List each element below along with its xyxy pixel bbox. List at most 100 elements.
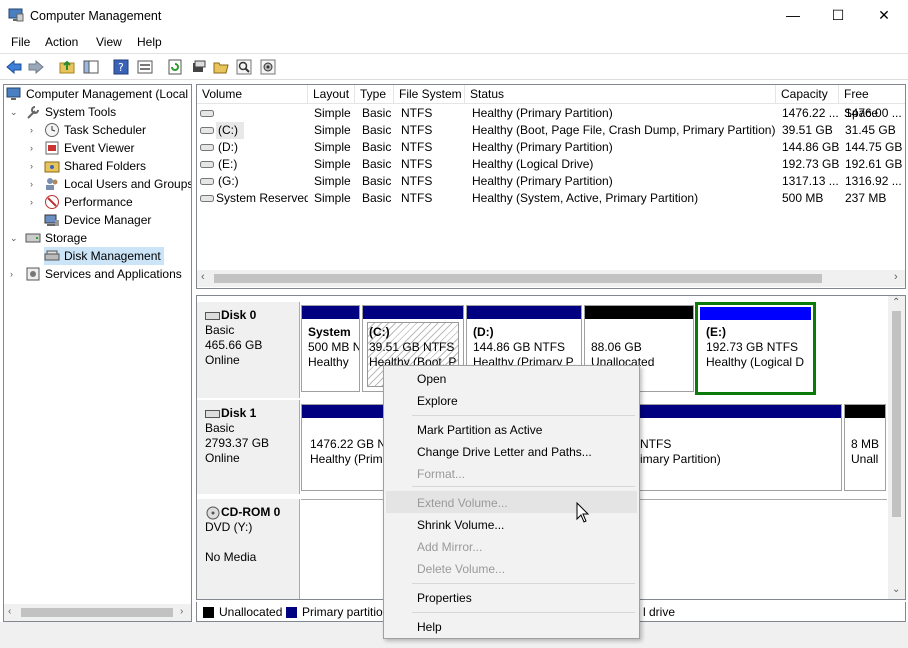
- primary-partition-bar: [638, 405, 841, 418]
- legend-logical: l drive: [643, 605, 675, 619]
- tree-item-computer-management[interactable]: Computer Management (Local: [6, 85, 188, 103]
- chevron-right-icon[interactable]: ›: [10, 269, 13, 279]
- tree-item-device-manager[interactable]: Device Manager: [44, 211, 151, 229]
- chevron-right-icon[interactable]: ›: [30, 197, 33, 207]
- menu-item-explore[interactable]: Explore: [417, 394, 458, 408]
- partition-disk1-2[interactable]: NTFS imary Partition): [637, 404, 842, 491]
- disk0-label[interactable]: Disk 0 Basic 465.66 GB Online: [197, 302, 300, 398]
- menu-item-format[interactable]: Format...: [417, 467, 465, 481]
- scroll-right-icon[interactable]: ›: [180, 606, 183, 617]
- minimize-button[interactable]: —: [770, 0, 816, 30]
- tree-item-task-scheduler[interactable]: Task Scheduler: [44, 121, 146, 139]
- column-header-file-system[interactable]: File System: [394, 85, 465, 104]
- scroll-thumb[interactable]: [892, 311, 901, 517]
- table-row[interactable]: (E:) Simple Basic NTFS Healthy (Logical …: [197, 156, 905, 173]
- tree-item-shared-folders[interactable]: Shared Folders: [44, 157, 146, 175]
- properties-pane-icon[interactable]: [136, 58, 154, 76]
- tree-item-event-viewer[interactable]: Event Viewer: [44, 139, 134, 157]
- help-icon[interactable]: ?: [112, 58, 130, 76]
- cell-capacity: 1317.13 ...: [782, 174, 839, 188]
- menu-item-mark-partition-active[interactable]: Mark Partition as Active: [417, 423, 542, 437]
- disk-icon: [205, 409, 220, 418]
- partition-text: (E:) 192.73 GB NTFS Healthy (Logical D: [706, 325, 804, 370]
- disk1-state: Online: [205, 451, 240, 465]
- menu-help[interactable]: Help: [137, 35, 162, 49]
- tree-item-local-users-and-groups[interactable]: Local Users and Groups: [44, 175, 191, 193]
- table-row[interactable]: (C:) Simple Basic NTFS Healthy (Boot, Pa…: [197, 122, 905, 139]
- column-header-type[interactable]: Type: [355, 85, 394, 104]
- cell-layout: Simple: [314, 157, 351, 171]
- menu-item-extend-volume[interactable]: Extend Volume...: [417, 496, 508, 510]
- scroll-thumb[interactable]: [21, 608, 173, 617]
- refresh-icon[interactable]: [166, 58, 184, 76]
- menu-item-properties[interactable]: Properties: [417, 591, 472, 605]
- partition-text: System 500 MB N Healthy: [308, 325, 359, 370]
- table-row[interactable]: Simple Basic NTFS Healthy (Primary Parti…: [197, 105, 905, 122]
- search-icon[interactable]: [235, 58, 253, 76]
- menu-item-open[interactable]: Open: [417, 372, 446, 386]
- volume-list-horizontal-scrollbar[interactable]: ‹ ›: [197, 270, 905, 287]
- scroll-left-icon[interactable]: ‹: [201, 271, 205, 283]
- tree-item-disk-management[interactable]: Disk Management: [44, 247, 164, 265]
- cell-layout: Simple: [314, 106, 351, 120]
- table-row[interactable]: System Reserved Simple Basic NTFS Health…: [197, 190, 905, 207]
- column-header-free-space[interactable]: Free Space: [839, 85, 905, 120]
- disk1-label[interactable]: Disk 1 Basic 2793.37 GB Online: [197, 400, 300, 494]
- back-arrow-icon[interactable]: [5, 58, 23, 76]
- scroll-right-icon[interactable]: ›: [894, 271, 898, 283]
- partition-disk1-1[interactable]: 1476.22 GB NT Healthy (Prim: [301, 404, 387, 491]
- legend-swatch: [203, 606, 214, 618]
- column-header-status[interactable]: Status: [465, 85, 776, 104]
- tree-item-performance[interactable]: Performance: [44, 193, 133, 211]
- tree-item-storage[interactable]: Storage: [25, 229, 87, 247]
- chevron-right-icon[interactable]: ›: [30, 125, 33, 135]
- menu-separator: [412, 612, 635, 613]
- cell-layout: Simple: [314, 174, 351, 188]
- column-header-volume[interactable]: Volume: [197, 85, 308, 104]
- up-folder-icon[interactable]: [58, 58, 76, 76]
- maximize-button[interactable]: ☐: [815, 0, 861, 30]
- table-row[interactable]: (G:) Simple Basic NTFS Healthy (Primary …: [197, 173, 905, 190]
- cell-layout: Simple: [314, 123, 351, 137]
- menu-item-add-mirror[interactable]: Add Mirror...: [417, 540, 482, 554]
- cdrom0-label[interactable]: CD-ROM 0 DVD (Y:) No Media: [197, 499, 300, 599]
- scroll-left-icon[interactable]: ‹: [8, 606, 11, 617]
- drive-icon: [200, 195, 214, 202]
- tree-label: Device Manager: [64, 213, 152, 227]
- event-viewer-icon: [45, 141, 59, 155]
- open-folder-icon[interactable]: [212, 58, 230, 76]
- forward-arrow-icon[interactable]: [27, 58, 45, 76]
- chevron-right-icon[interactable]: ›: [30, 179, 33, 189]
- menu-item-help[interactable]: Help: [417, 620, 442, 634]
- chevron-down-icon[interactable]: ⌄: [10, 107, 18, 118]
- menu-file[interactable]: File: [11, 35, 30, 49]
- tree-item-services-and-applications[interactable]: Services and Applications: [25, 265, 182, 283]
- chevron-right-icon[interactable]: ›: [30, 161, 33, 171]
- column-header-layout[interactable]: Layout: [308, 85, 355, 104]
- disk-map-vertical-scrollbar[interactable]: ⌃ ⌄: [888, 296, 905, 599]
- chevron-right-icon[interactable]: ›: [30, 143, 33, 153]
- menu-view[interactable]: View: [96, 35, 122, 49]
- menu-item-shrink-volume[interactable]: Shrink Volume...: [417, 518, 504, 532]
- partition-name: (C:): [369, 325, 390, 339]
- menu-item-change-drive-letter[interactable]: Change Drive Letter and Paths...: [417, 445, 592, 459]
- show-hide-tree-icon[interactable]: [82, 58, 100, 76]
- table-row[interactable]: (D:) Simple Basic NTFS Healthy (Primary …: [197, 139, 905, 156]
- scroll-thumb[interactable]: [214, 274, 822, 283]
- column-header-capacity[interactable]: Capacity: [776, 85, 839, 104]
- close-button[interactable]: ✕: [861, 0, 907, 30]
- chevron-down-icon[interactable]: ⌄: [10, 233, 18, 244]
- menu-item-delete-volume[interactable]: Delete Volume...: [417, 562, 505, 576]
- connect-icon[interactable]: [190, 58, 208, 76]
- disk-settings-icon[interactable]: [259, 58, 277, 76]
- partition-unallocated-disk1[interactable]: 8 MB Unall: [844, 404, 886, 491]
- partition-system-reserved[interactable]: System 500 MB N Healthy: [301, 305, 360, 392]
- window-title: Computer Management: [30, 9, 162, 23]
- scroll-down-icon[interactable]: ⌄: [892, 584, 900, 595]
- tree-horizontal-scrollbar[interactable]: ‹ ›: [4, 604, 191, 621]
- partition-e[interactable]: (E:) 192.73 GB NTFS Healthy (Logical D: [695, 302, 816, 395]
- partition-text: NTFS imary Partition): [640, 437, 721, 467]
- tree-item-system-tools[interactable]: System Tools: [25, 103, 116, 121]
- menu-action[interactable]: Action: [45, 35, 78, 49]
- scroll-up-icon[interactable]: ⌃: [892, 297, 900, 308]
